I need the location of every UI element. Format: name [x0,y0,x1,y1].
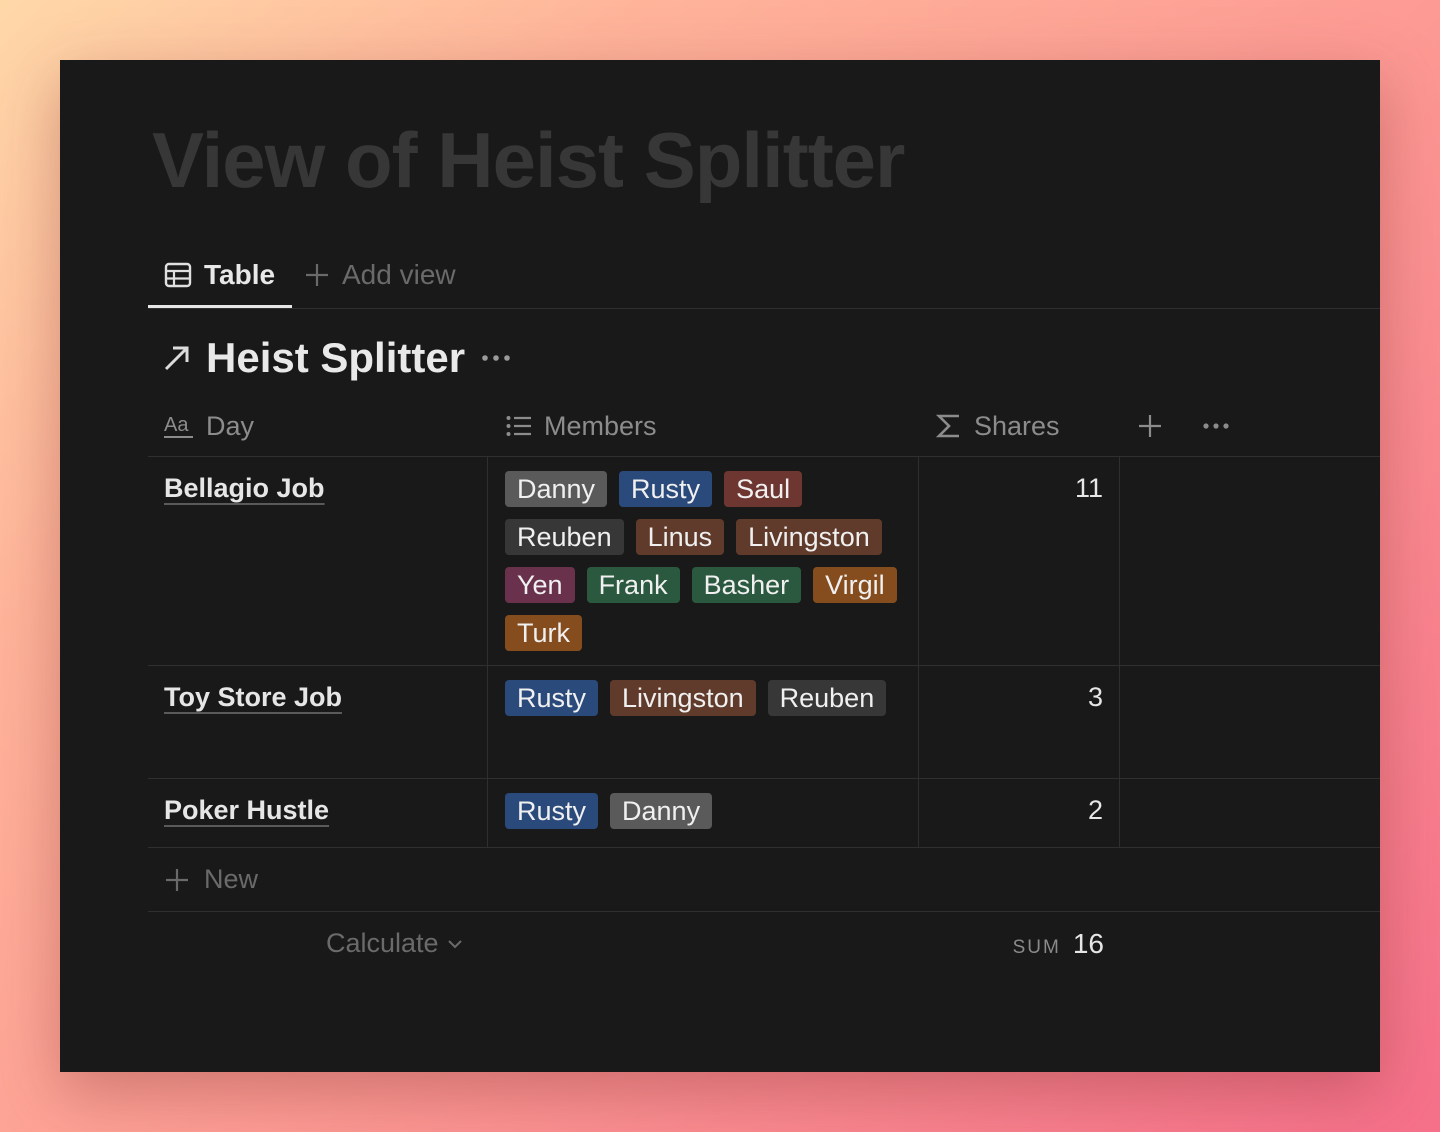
new-row-label: New [204,864,259,894]
member-tag: Frank [586,567,680,603]
sigma-icon [936,412,962,440]
table-row: Toy Store Job Rusty Livingston Reuben 3 [148,666,1380,779]
member-tag: Saul [724,471,803,507]
shares-sum[interactable]: SUM 16 [1013,928,1104,960]
cell-members[interactable]: Rusty Livingston Reuben [489,666,919,778]
database-table: Aa Day Members Shares Bellagio Job Danny… [148,396,1380,982]
member-tag: Reuben [767,680,887,716]
page-title: View of Heist Splitter [152,116,905,204]
member-tag: Livingston [610,680,756,716]
column-header-shares[interactable]: Shares [936,396,1060,456]
table-footer: Calculate SUM 16 [148,912,1380,982]
table-row: Bellagio Job Danny Rusty Saul Reuben Linus Li… [148,457,1380,666]
plus-icon [1139,415,1161,437]
cell-members[interactable]: Danny Rusty Saul Reuben Linus Livingston Yen Fr… [489,457,919,665]
text-aa-icon: Aa [164,412,194,440]
database-heading: Heist Splitter [162,332,511,384]
cell-shares: 3 [920,666,1120,778]
sum-value: 16 [1072,928,1104,959]
cell-shares: 11 [920,457,1120,665]
tab-table[interactable]: Table [148,244,292,308]
table-more-button[interactable] [1202,396,1230,456]
notion-window: View of Heist Splitter Table Add view He… [60,60,1380,1072]
chevron-down-icon [447,938,463,950]
add-view-label: Add view [342,259,456,290]
member-tag: Livingston [736,519,882,555]
more-horizontal-icon[interactable] [481,353,511,363]
sum-label: SUM [1012,937,1061,958]
table-header: Aa Day Members Shares [148,396,1380,457]
member-tag: Reuben [505,519,624,555]
column-header-members[interactable]: Members [506,396,657,456]
svg-text:Aa: Aa [164,414,189,436]
new-row-button[interactable]: New [148,848,1380,912]
calculate-dropdown[interactable]: Calculate [326,928,463,959]
more-horizontal-icon [1203,423,1229,429]
table-grid-icon [164,261,192,289]
member-tags: Danny Rusty Saul Reuben Linus Livingston Yen Fr… [505,471,909,651]
database-title[interactable]: Heist Splitter [206,334,465,382]
member-tag: Rusty [505,793,599,829]
member-tag: Basher [691,567,802,603]
plus-icon [304,262,330,288]
add-property-button[interactable] [1138,396,1162,456]
column-header-day[interactable]: Aa Day [164,396,254,456]
column-day-label: Day [206,410,255,441]
row-title[interactable]: Toy Store Job [164,682,342,712]
row-title[interactable]: Bellagio Job [164,473,325,503]
member-tag: Danny [610,793,713,829]
view-tabs: Table Add view [148,244,1380,309]
member-tag: Danny [505,471,608,507]
column-shares-label: Shares [974,410,1060,441]
cell-shares: 2 [920,779,1120,847]
cell-day[interactable]: Bellagio Job [148,457,488,665]
cell-members[interactable]: Rusty Danny [489,779,919,847]
tab-table-label: Table [204,258,276,290]
member-tags: Rusty Livingston Reuben [505,680,909,716]
plus-icon [164,867,190,893]
member-tag: Virgil [813,567,897,603]
row-title[interactable]: Poker Hustle [164,795,329,825]
member-tag: Linus [635,519,725,555]
table-row: Poker Hustle Rusty Danny 2 [148,779,1380,848]
calculate-label: Calculate [326,928,439,958]
add-view-button[interactable]: Add view [304,244,456,306]
member-tag: Rusty [505,680,599,716]
column-members-label: Members [544,410,657,441]
member-tag: Turk [505,615,582,651]
list-icon [506,415,532,437]
cell-day[interactable]: Poker Hustle [148,779,488,847]
member-tag: Yen [505,567,575,603]
member-tag: Rusty [619,471,713,507]
arrow-up-right-icon[interactable] [162,343,192,373]
cell-day[interactable]: Toy Store Job [148,666,488,778]
member-tags: Rusty Danny [505,793,909,829]
